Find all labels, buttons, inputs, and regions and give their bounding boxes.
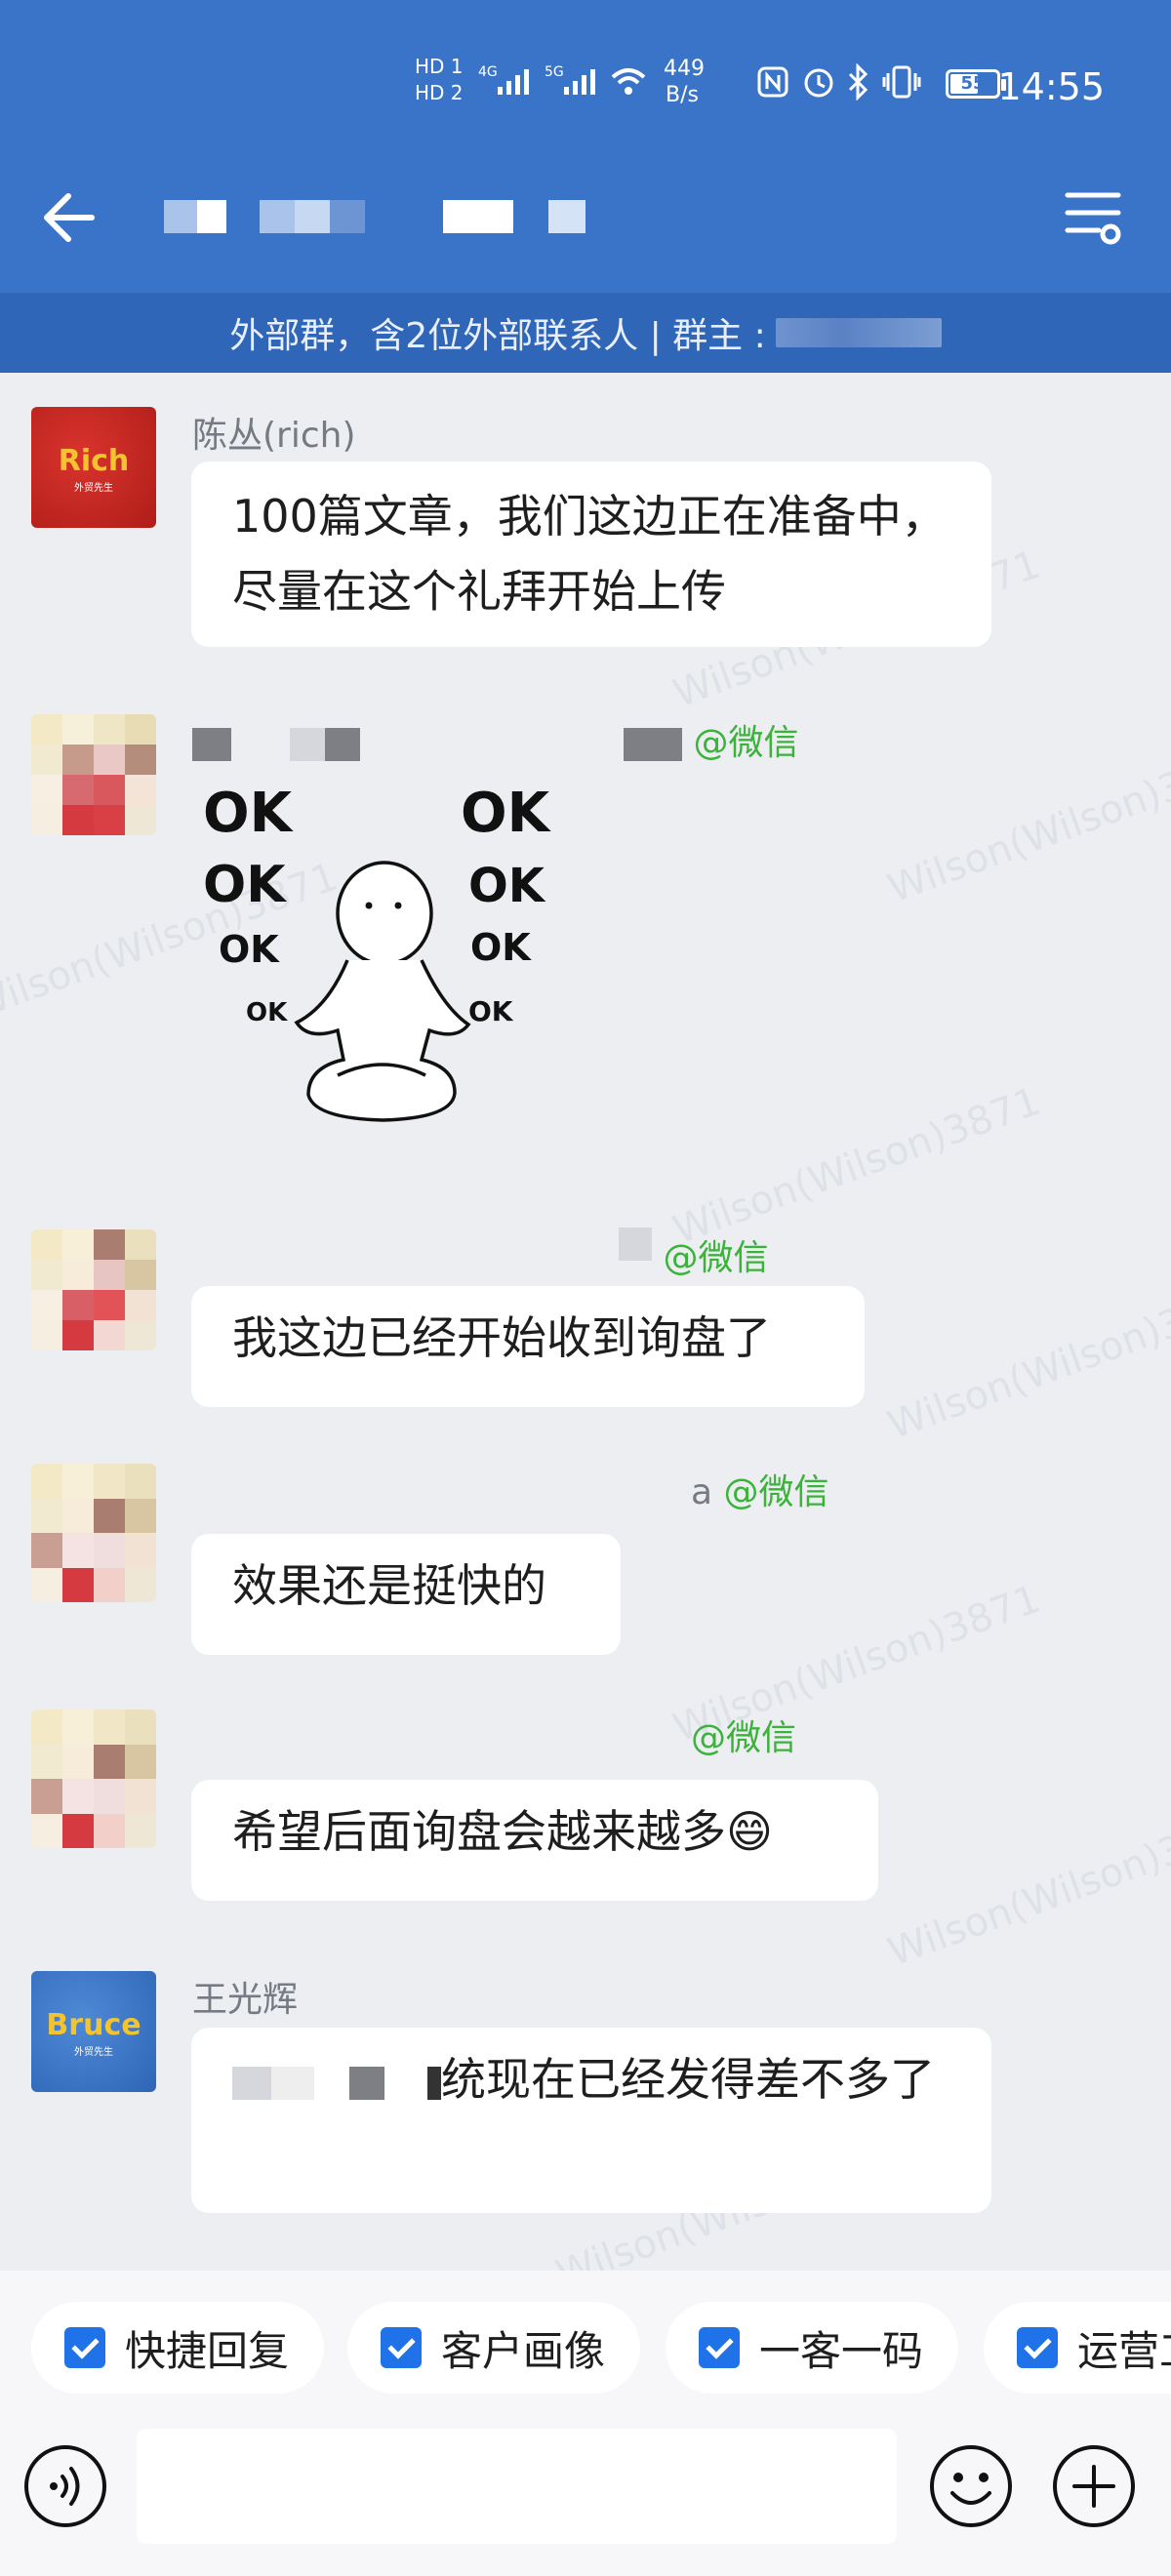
message-bubble[interactable]: 100篇文章，我们这边正在准备中，尽量在这个礼拜开始上传: [191, 462, 991, 647]
avatar-logo-sub: 外贸先生: [74, 483, 113, 494]
message-bubble[interactable]: 效果还是挺快的: [191, 1534, 621, 1655]
hd2-label: HD 2: [415, 81, 464, 104]
chip-label: 客户画像: [441, 2326, 606, 2375]
operations-chip[interactable]: 运营工: [984, 2302, 1171, 2394]
ok-meditation-sticker[interactable]: OK OK OK OK OK OK OK OK: [191, 783, 572, 1183]
alarm-icon: [804, 68, 833, 98]
message-text: 希望后面询盘会越来越多😄: [232, 1805, 773, 1858]
emoji-icon[interactable]: [927, 2442, 1015, 2530]
avatar[interactable]: [31, 1710, 156, 1848]
checkbox-icon: [64, 2327, 105, 2368]
checkbox-icon: [381, 2327, 422, 2368]
message-bubble[interactable]: 希望后面询盘会越来越多😄: [191, 1780, 878, 1901]
back-arrow-icon[interactable]: [37, 183, 105, 252]
message-text: 我这边已经开始收到询盘了: [232, 1311, 771, 1364]
watermark: Wilson(Wilson)3871: [667, 1078, 1047, 1254]
plus-icon[interactable]: [1050, 2442, 1138, 2530]
net-speed-unit: B/s: [666, 83, 699, 107]
sticker-ok-label: OK: [461, 783, 552, 845]
signal-1-icon: [498, 65, 529, 95]
sticker-ok-label: OK: [219, 928, 280, 971]
wechat-tag: @微信: [663, 1238, 769, 1278]
sender-name: @微信: [619, 1228, 769, 1280]
message-input[interactable]: [137, 2429, 897, 2544]
vibrate-icon: [882, 65, 921, 99]
watermark: Wilson(Wilson)3871: [882, 1800, 1171, 1976]
chip-label: 一客一码: [759, 2326, 924, 2375]
voice-input-icon[interactable]: [21, 2442, 109, 2530]
avatar[interactable]: [31, 1464, 156, 1602]
quick-reply-chip[interactable]: 快捷回复: [31, 2302, 324, 2394]
notice-text: 外部群，含2位外部联系人 | 群主 :: [229, 316, 766, 356]
hd1-label: HD 1: [415, 55, 464, 78]
wifi-icon: [611, 68, 646, 95]
sticker-ok-label: OK: [468, 995, 514, 1027]
net1-label: 4G: [478, 64, 498, 80]
sender-name-text: a: [691, 1472, 713, 1512]
clock: 14:55: [997, 65, 1105, 108]
chat-navbar: [0, 166, 1171, 263]
battery-level: 55: [960, 73, 986, 94]
avatar-logo-text: Rich: [58, 444, 130, 478]
sender-name: 陈丛(rich): [192, 416, 356, 456]
wechat-tag: @微信: [693, 723, 799, 763]
app-header: HD 1 HD 2 4G 5G 449 B/s 55 14:55: [0, 0, 1171, 293]
sender-name: @微信: [691, 1710, 796, 1760]
status-bar: HD 1 HD 2 4G 5G 449 B/s 55 14:55: [0, 54, 1171, 122]
net2-label: 5G: [545, 64, 564, 80]
signal-2-icon: [564, 65, 595, 95]
wechat-tag: @微信: [691, 1718, 797, 1758]
checkbox-icon: [699, 2327, 740, 2368]
customer-profile-chip[interactable]: 客户画像: [347, 2302, 640, 2394]
sticker-ok-label: OK: [470, 926, 532, 969]
message-bubble[interactable]: 我这边已经开始收到询盘了: [191, 1286, 865, 1407]
sender-name: a @微信: [691, 1464, 829, 1514]
message-text: 效果还是挺快的: [232, 1559, 546, 1612]
chat-settings-icon[interactable]: [1062, 185, 1124, 248]
avatar-logo-text: Bruce: [46, 2008, 141, 2042]
nfc-icon: [757, 66, 788, 98]
chat-title-redacted: [164, 200, 586, 235]
sender-name: @微信: [192, 714, 798, 765]
net-speed-value: 449: [664, 57, 705, 81]
sticker-ok-label: OK: [468, 859, 546, 913]
watermark: Wilson(Wilson)3871: [882, 737, 1171, 912]
wechat-tag: @微信: [723, 1472, 829, 1512]
avatar[interactable]: [31, 714, 156, 835]
message-text: 统现在已经发得差不多了: [441, 2053, 935, 2106]
checkbox-icon: [1017, 2327, 1058, 2368]
chip-label: 快捷回复: [125, 2326, 290, 2375]
message-bubble[interactable]: 统现在已经发得差不多了: [191, 2028, 991, 2213]
sender-name: 王光辉: [192, 1980, 299, 2020]
owner-name-redacted: [775, 318, 942, 347]
message-text: 100篇文章，我们这边正在准备中，尽量在这个礼拜开始上传: [232, 490, 947, 618]
avatar[interactable]: Bruce 外贸先生: [31, 1971, 156, 2092]
external-group-notice[interactable]: 外部群，含2位外部联系人 | 群主 :: [0, 293, 1171, 373]
one-customer-one-code-chip[interactable]: 一客一码: [666, 2302, 958, 2394]
chip-label: 运营工: [1077, 2326, 1171, 2375]
sticker-ok-label: OK: [246, 998, 288, 1027]
avatar[interactable]: [31, 1229, 156, 1350]
watermark: Wilson(Wilson)3871: [882, 1273, 1171, 1449]
sticker-ok-label: OK: [203, 856, 287, 914]
message-list[interactable]: Wilson(Wilson)3871 Wilson(Wilson)3871 Wi…: [0, 373, 1171, 2271]
sticker-ok-label: OK: [203, 783, 295, 845]
avatar-logo-sub: 外贸先生: [74, 2047, 113, 2058]
bottom-toolbar: 快捷回复 客户画像 一客一码 运营工: [0, 2271, 1171, 2576]
bluetooth-icon: [848, 63, 868, 101]
battery-indicator: 55: [946, 69, 1006, 99]
avatar[interactable]: Rich 外贸先生: [31, 407, 156, 528]
